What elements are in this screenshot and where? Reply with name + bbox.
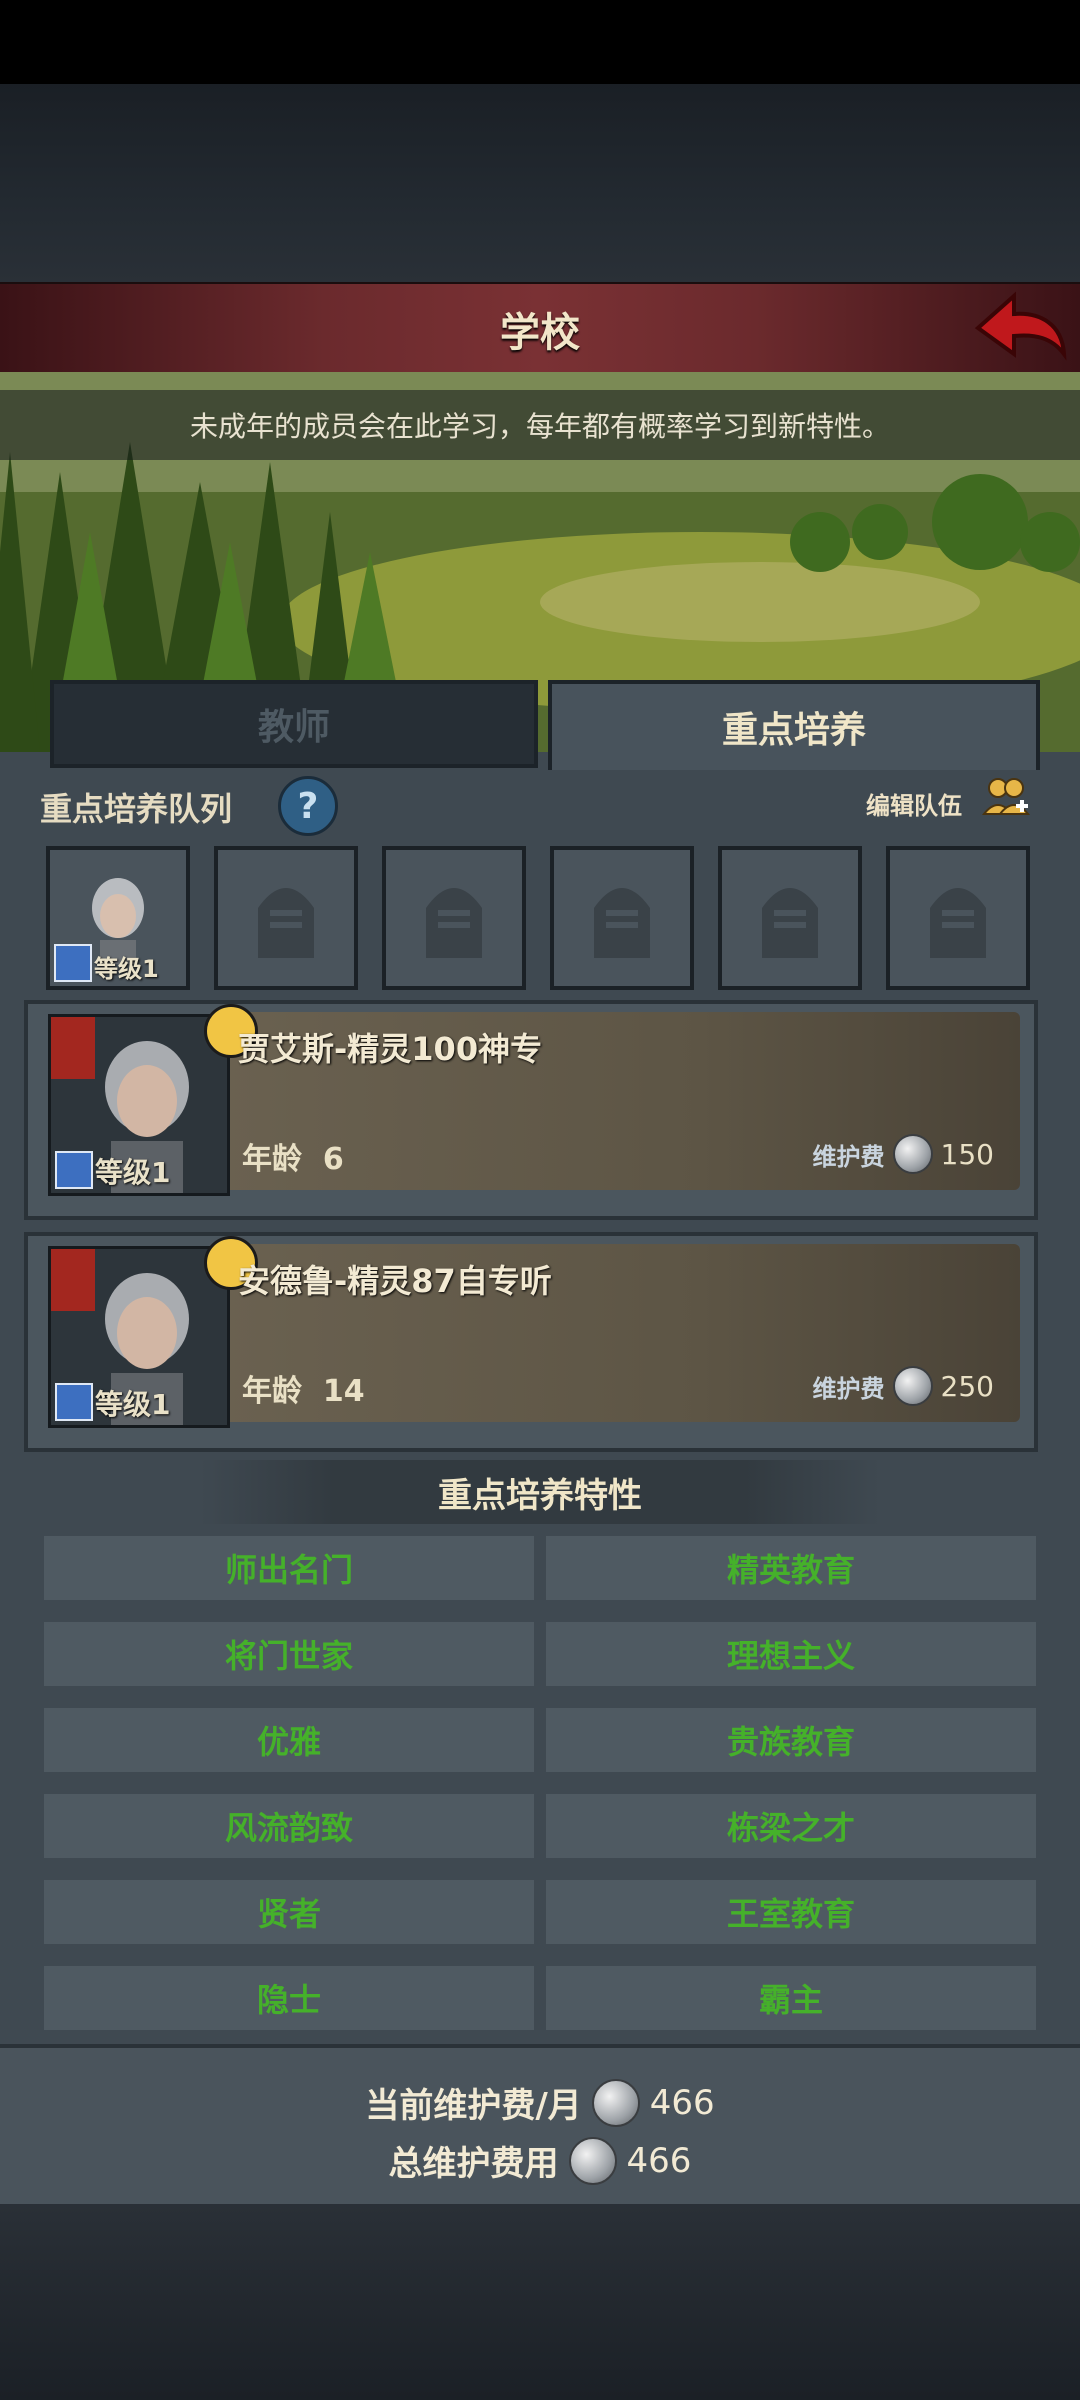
age-value: 6 xyxy=(322,1142,344,1177)
trait-item[interactable]: 贵族教育 xyxy=(546,1708,1036,1772)
silver-coin-icon xyxy=(892,1366,933,1406)
fee-value: 250 xyxy=(940,1369,994,1403)
trait-item[interactable]: 优雅 xyxy=(44,1708,534,1772)
trait-item[interactable]: 栋梁之才 xyxy=(546,1794,1036,1858)
empty-helmet-icon xyxy=(258,888,314,958)
age-label: 年龄 xyxy=(242,1374,302,1409)
queue-slot-1[interactable]: 等级1 xyxy=(46,846,190,990)
trait-item[interactable]: 隐士 xyxy=(44,1966,534,2030)
banner-description: 未成年的成员会在此学习，每年都有概率学习到新特性。 xyxy=(0,390,1080,460)
member-card[interactable]: 等级1 贾艾斯-精灵100神专 年龄 6 维护费 150 xyxy=(24,1000,1038,1220)
level-label: 等级1 xyxy=(95,1156,171,1189)
tab-teacher[interactable]: 教师 xyxy=(50,680,538,768)
avatar: 等级1 xyxy=(48,1246,230,1428)
fee-label: 维护费 xyxy=(812,1374,885,1403)
trait-item[interactable]: 将门世家 xyxy=(44,1622,534,1686)
member-age: 年龄 6 xyxy=(242,1134,344,1178)
sword-icon xyxy=(54,944,92,982)
member-card[interactable]: 等级1 安德鲁-精灵87自专听 年龄 14 维护费 250 xyxy=(24,1232,1038,1452)
queue-slot-2[interactable] xyxy=(214,846,358,990)
background-bottom xyxy=(0,2204,1080,2400)
empty-helmet-icon xyxy=(762,888,818,958)
queue-slot-6[interactable] xyxy=(886,846,1030,990)
level-label: 等级1 xyxy=(95,1388,171,1421)
level-label: 等级1 xyxy=(94,955,159,983)
monthly-fee-value: 466 xyxy=(649,2082,715,2123)
trait-item[interactable]: 王室教育 xyxy=(546,1880,1036,1944)
edit-team-icon[interactable] xyxy=(981,774,1031,822)
back-arrow-icon[interactable] xyxy=(970,284,1070,370)
edit-team-label[interactable]: 编辑队伍 xyxy=(866,786,962,821)
title-bar: 学校 xyxy=(0,282,1080,377)
queue-slot-3[interactable] xyxy=(382,846,526,990)
trait-item[interactable]: 贤者 xyxy=(44,1880,534,1944)
trait-item[interactable]: 风流韵致 xyxy=(44,1794,534,1858)
status-bar-area xyxy=(0,0,1080,84)
silver-coin-icon xyxy=(591,2078,640,2127)
monthly-fee-label: 当前维护费/月 xyxy=(365,2086,582,2126)
trait-item[interactable]: 师出名门 xyxy=(44,1536,534,1600)
member-fee: 维护费 250 xyxy=(813,1366,994,1406)
fee-value: 150 xyxy=(940,1137,994,1171)
member-fee: 维护费 150 xyxy=(813,1134,994,1174)
help-icon[interactable]: ? xyxy=(278,776,338,836)
empty-helmet-icon xyxy=(930,888,986,958)
age-value: 14 xyxy=(322,1374,365,1409)
age-label: 年龄 xyxy=(242,1142,302,1177)
member-name: 贾艾斯-精灵100神专 xyxy=(238,1030,543,1068)
avatar: 等级1 xyxy=(48,1014,230,1196)
empty-helmet-icon xyxy=(426,888,482,958)
queue-slot-5[interactable] xyxy=(718,846,862,990)
fee-label: 维护费 xyxy=(812,1142,885,1171)
maintenance-footer: 当前维护费/月 466 总维护费用 466 xyxy=(0,2044,1080,2208)
page-title: 学校 xyxy=(500,310,580,356)
trait-item[interactable]: 霸主 xyxy=(546,1966,1036,2030)
trait-item[interactable]: 理想主义 xyxy=(546,1622,1036,1686)
traits-header: 重点培养特性 xyxy=(200,1460,880,1524)
silver-coin-icon xyxy=(892,1134,933,1174)
empty-helmet-icon xyxy=(594,888,650,958)
sword-icon xyxy=(55,1383,93,1421)
monthly-fee-line: 当前维护费/月 466 xyxy=(0,2078,1080,2127)
total-fee-value: 466 xyxy=(626,2140,692,2181)
sword-icon xyxy=(55,1151,93,1189)
member-name: 安德鲁-精灵87自专听 xyxy=(238,1262,552,1300)
queue-title: 重点培养队列 xyxy=(40,790,233,828)
queue-slot-4[interactable] xyxy=(550,846,694,990)
background-top xyxy=(0,84,1080,284)
tab-focus-training[interactable]: 重点培养 xyxy=(548,680,1040,770)
trait-item[interactable]: 精英教育 xyxy=(546,1536,1036,1600)
total-fee-line: 总维护费用 466 xyxy=(0,2136,1080,2185)
total-fee-label: 总维护费用 xyxy=(388,2144,559,2184)
traits-title: 重点培养特性 xyxy=(438,1475,642,1516)
silver-coin-icon xyxy=(568,2136,617,2185)
member-age: 年龄 14 xyxy=(242,1366,365,1410)
